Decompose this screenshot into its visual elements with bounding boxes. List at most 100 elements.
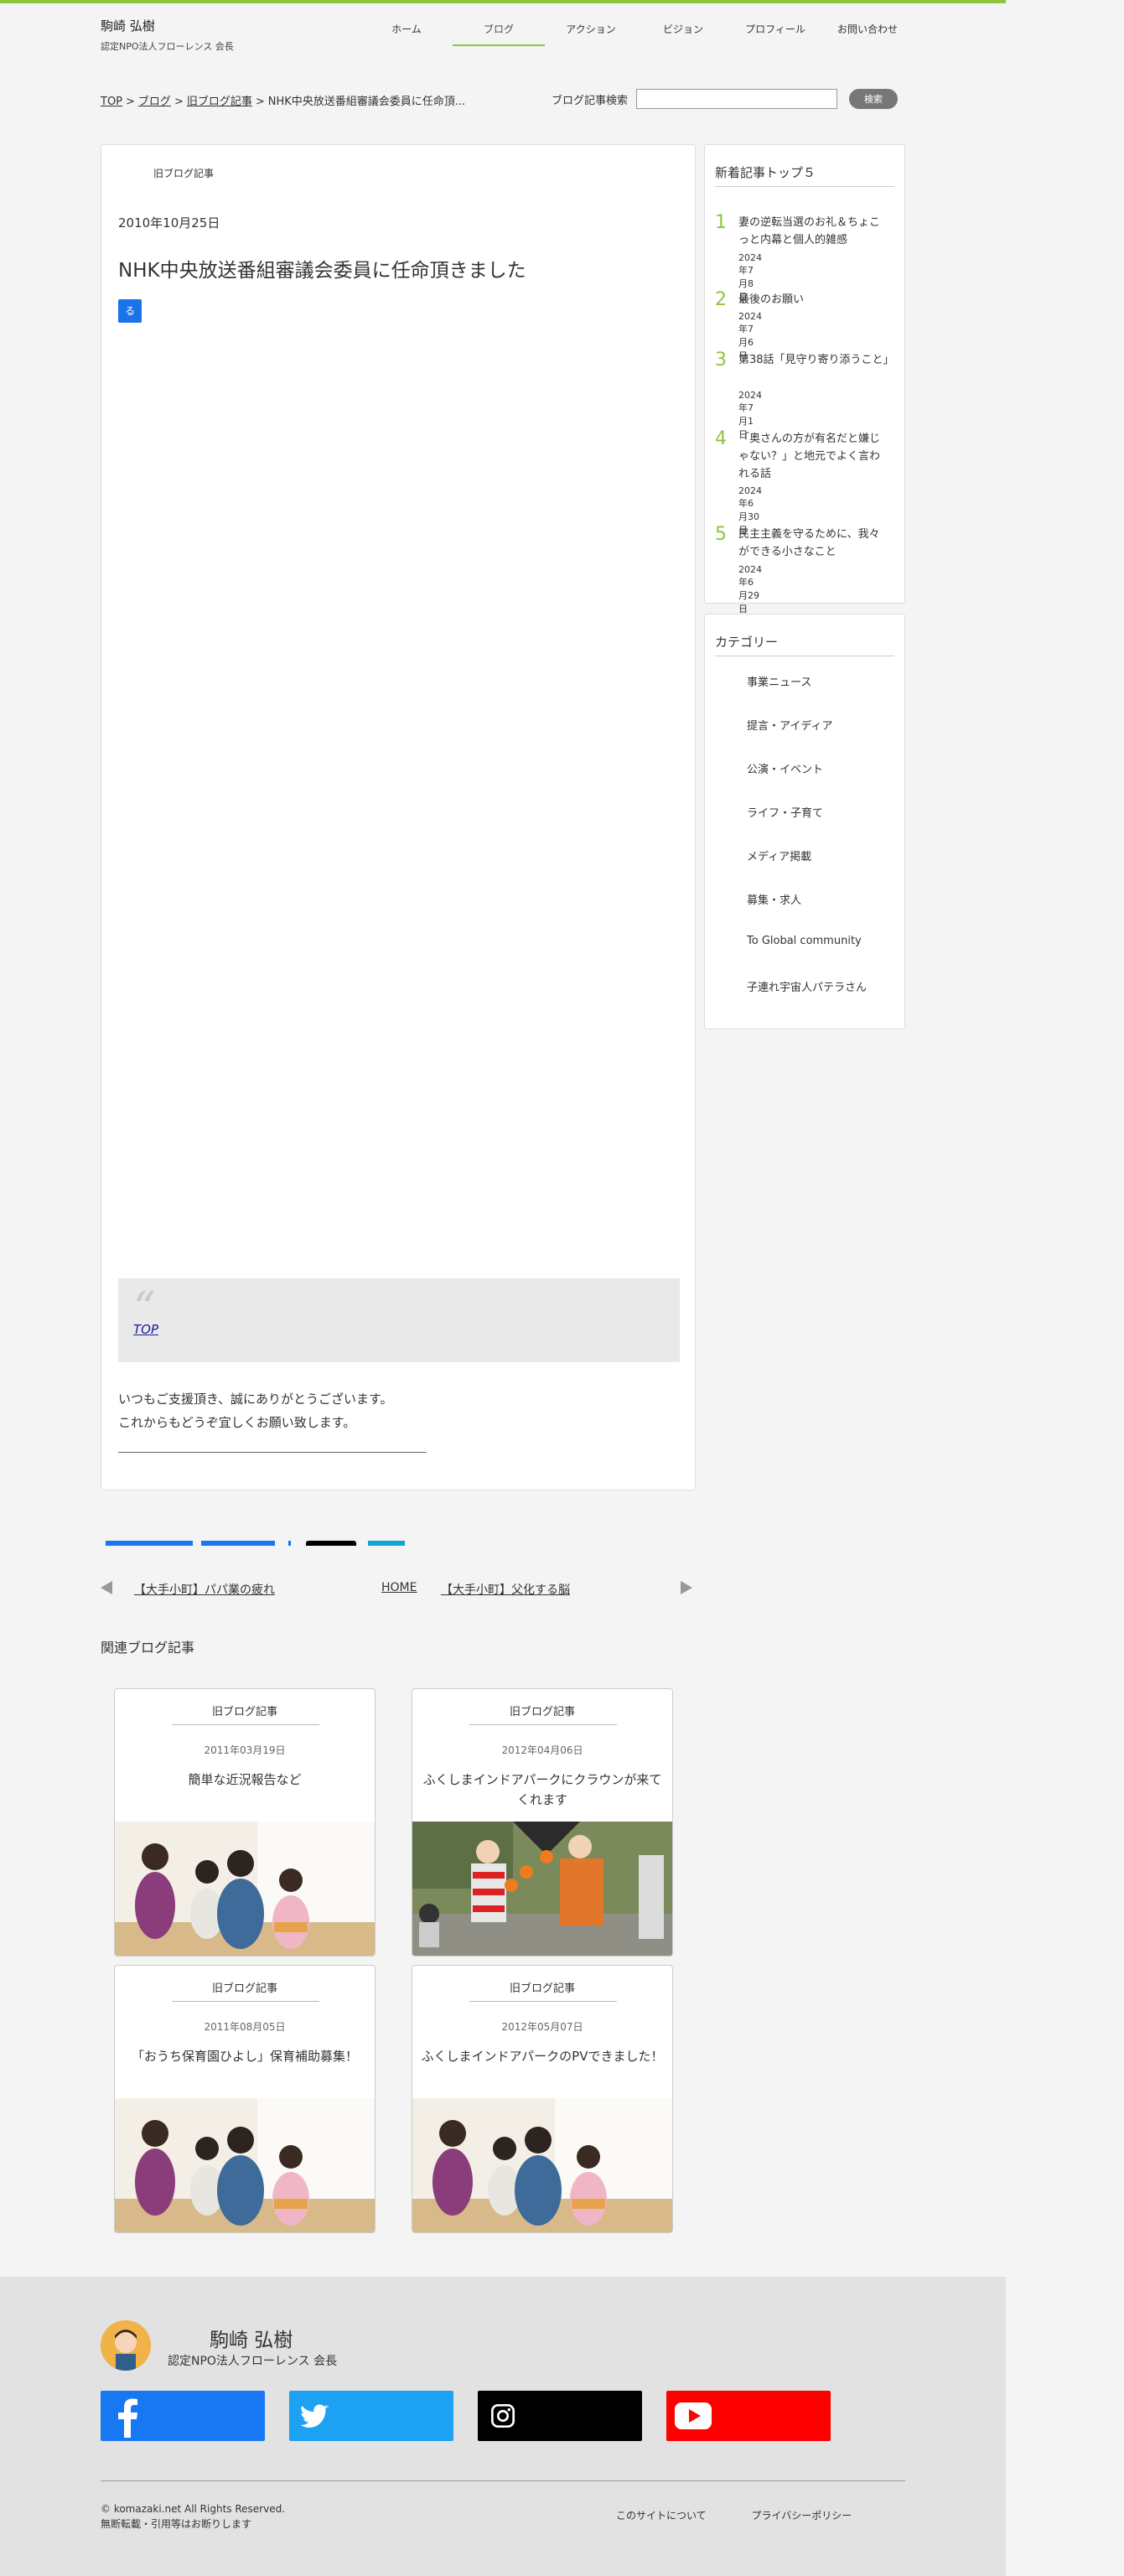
card-divider	[469, 2001, 617, 2002]
rank-date: 2024年6月29日	[738, 564, 762, 614]
share-buttons	[106, 1541, 405, 1546]
nav-vision[interactable]: ビジョン	[637, 18, 729, 46]
youtube-button[interactable]	[666, 2391, 831, 2441]
category-item[interactable]: 事業ニュース	[747, 673, 867, 717]
breadcrumb-sep: >	[255, 96, 265, 108]
clowns-juggling-image[interactable]	[412, 1822, 673, 1956]
rank-title[interactable]: 妻の逆転当選のお礼＆ちょこっと内幕と個人的雑感	[738, 214, 889, 249]
avatar	[101, 2320, 151, 2371]
nav-blog[interactable]: ブログ	[453, 18, 545, 46]
related-card[interactable]: 旧ブログ記事 2011年03月19日 簡単な近況報告など	[114, 1688, 376, 1957]
rank-title[interactable]: 民主主義を守るために、我々ができる小さなこと	[738, 526, 889, 561]
closing-text: いつもご支援頂き、誠にありがとうございます。 これからもどうぞ宜しくお願い致しま…	[118, 1387, 392, 1434]
closing-line: いつもご支援頂き、誠にありがとうございます。	[118, 1392, 393, 1407]
children-playing-image[interactable]	[412, 2098, 673, 2232]
quote-link[interactable]: TOP	[133, 1322, 158, 1337]
rank-number: 5	[715, 524, 727, 545]
breadcrumb-top[interactable]: TOP	[101, 96, 122, 108]
related-heading: 関連ブログ記事	[101, 1640, 195, 1656]
rank-number: 4	[715, 428, 727, 449]
top5-widget: 新着記事トップ５ 1 妻の逆転当選のお礼＆ちょこっと内幕と個人的雑感 2024年…	[704, 144, 905, 614]
card-divider	[172, 2001, 319, 2002]
facebook-icon	[118, 2398, 137, 2438]
search-input[interactable]	[636, 89, 838, 109]
blog-search: ブログ記事検索 検索	[552, 89, 899, 109]
category-heading: カテゴリー	[715, 633, 894, 656]
share-x-button[interactable]	[306, 1541, 356, 1546]
privacy-policy-link[interactable]: プライバシーポリシー	[751, 2510, 852, 2522]
category-item[interactable]: メディア掲載	[747, 847, 867, 891]
divider	[118, 1452, 427, 1453]
card-divider	[172, 1724, 319, 1725]
category-item[interactable]: 公演・イベント	[747, 760, 867, 804]
category-item[interactable]: 提言・アイディア	[747, 717, 867, 760]
breadcrumb-sep: >	[174, 96, 184, 108]
related-card[interactable]: 旧ブログ記事 2012年04月06日 ふくしまインドアパークにクラウンが来てくれ…	[412, 1688, 673, 1957]
related-card[interactable]: 旧ブログ記事 2012年05月07日 ふくしまインドアパークのPVできました！	[412, 1965, 673, 2233]
instagram-button[interactable]	[478, 2391, 642, 2441]
card-date: 2011年08月05日	[204, 2021, 286, 2033]
card-title[interactable]: ふくしまインドアパークのPVできました！	[421, 2046, 664, 2066]
card-date: 2012年05月07日	[501, 2021, 583, 2033]
search-button[interactable]: 検索	[849, 89, 899, 109]
breadcrumb-blog[interactable]: ブログ	[138, 96, 171, 108]
rank-title[interactable]: 「奥さんの方が有名だと嫌じゃない？」と地元でよく言われる話	[738, 430, 889, 483]
rank-title[interactable]: 最後のお願い	[738, 291, 889, 308]
share-facebook-button[interactable]	[106, 1541, 193, 1546]
card-date: 2011年03月19日	[204, 1744, 286, 1756]
footer-subtitle: 認定NPO法人フローレンス 会長	[168, 2355, 338, 2368]
children-playing-image[interactable]	[115, 2098, 376, 2232]
article-title: NHK中央放送番組審議会委員に任命頂きました	[118, 260, 526, 282]
search-label: ブログ記事検索	[552, 94, 629, 107]
card-category: 旧ブログ記事	[211, 1983, 277, 1995]
site-footer: 駒崎 弘樹 認定NPO法人フローレンス 会長 © komazaki.net Al…	[0, 2277, 1006, 2576]
nav-home[interactable]: ホーム	[360, 18, 453, 46]
about-link[interactable]: このサイトについて	[616, 2510, 707, 2522]
next-post-link[interactable]: 【大手小町】父化する脳	[441, 1581, 570, 1598]
share-divider	[288, 1541, 291, 1546]
card-title[interactable]: 簡単な近況報告など	[123, 1770, 366, 1790]
rank-number: 3	[715, 350, 727, 371]
twitter-button[interactable]	[289, 2391, 453, 2441]
copyright: © komazaki.net All Rights Reserved. 無断転載…	[101, 2501, 285, 2532]
breadcrumb-current: NHK中央放送番組審議会委員に任命頂...	[267, 96, 466, 108]
copyright-text: © komazaki.net All Rights Reserved.	[101, 2503, 286, 2515]
breadcrumb-old-blog[interactable]: 旧ブログ記事	[187, 96, 252, 108]
rank-title[interactable]: 第38話「見守り寄り添うこと」	[738, 351, 894, 369]
site-name[interactable]: 駒崎 弘樹	[101, 17, 234, 34]
reprint-notice: 無断転載・引用等はお断りします	[101, 2518, 252, 2530]
site-brand[interactable]: 駒崎 弘樹 認定NPO法人フローレンス 会長	[101, 17, 234, 53]
share-hatena-button[interactable]	[368, 1541, 405, 1546]
nav-contact[interactable]: お問い合わせ	[821, 18, 914, 46]
article-badge-button[interactable]: る	[118, 299, 142, 323]
card-category: 旧ブログ記事	[509, 1983, 575, 1995]
category-item[interactable]: ライフ・子育て	[747, 804, 867, 847]
article-category[interactable]: 旧ブログ記事	[153, 166, 214, 180]
nav-profile[interactable]: プロフィール	[729, 18, 821, 46]
share-like-button[interactable]	[201, 1541, 275, 1546]
article-date: 2010年10月25日	[118, 215, 220, 231]
top-accent-bar	[0, 0, 1006, 3]
card-title[interactable]: 「おうち保育園ひよし」保育補助募集！	[123, 2046, 366, 2066]
children-playing-image[interactable]	[115, 1822, 376, 1956]
prev-post-link[interactable]: 【大手小町】パパ業の疲れ	[134, 1581, 275, 1598]
nav-action[interactable]: アクション	[545, 18, 637, 46]
prev-arrow-icon[interactable]	[101, 1581, 112, 1594]
category-item[interactable]: 子連れ宇宙人パテラさん	[747, 978, 867, 1022]
next-arrow-icon[interactable]	[681, 1581, 692, 1594]
site-subtitle: 認定NPO法人フローレンス 会長	[101, 41, 234, 52]
home-link[interactable]: HOME	[381, 1581, 417, 1594]
breadcrumb: TOP > ブログ > 旧ブログ記事 > NHK中央放送番組審議会委員に任命頂...	[101, 92, 465, 108]
footer-links: このサイトについて プライバシーポリシー	[616, 2508, 894, 2522]
footer-name: 駒崎 弘樹	[210, 2330, 293, 2351]
breadcrumb-sep: >	[126, 96, 135, 108]
card-title[interactable]: ふくしまインドアパークにクラウンが来てくれます	[421, 1770, 664, 1810]
post-pager: 【大手小町】パパ業の疲れ HOME 【大手小町】父化する脳	[101, 1578, 696, 1603]
card-divider	[469, 1724, 617, 1725]
rank-number: 2	[715, 289, 727, 310]
category-item[interactable]: 募集・求人	[747, 891, 867, 935]
related-card[interactable]: 旧ブログ記事 2011年08月05日 「おうち保育園ひよし」保育補助募集！	[114, 1965, 376, 2233]
category-item[interactable]: To Global community	[747, 935, 867, 978]
facebook-button[interactable]	[101, 2391, 265, 2441]
card-date: 2012年04月06日	[501, 1744, 583, 1756]
